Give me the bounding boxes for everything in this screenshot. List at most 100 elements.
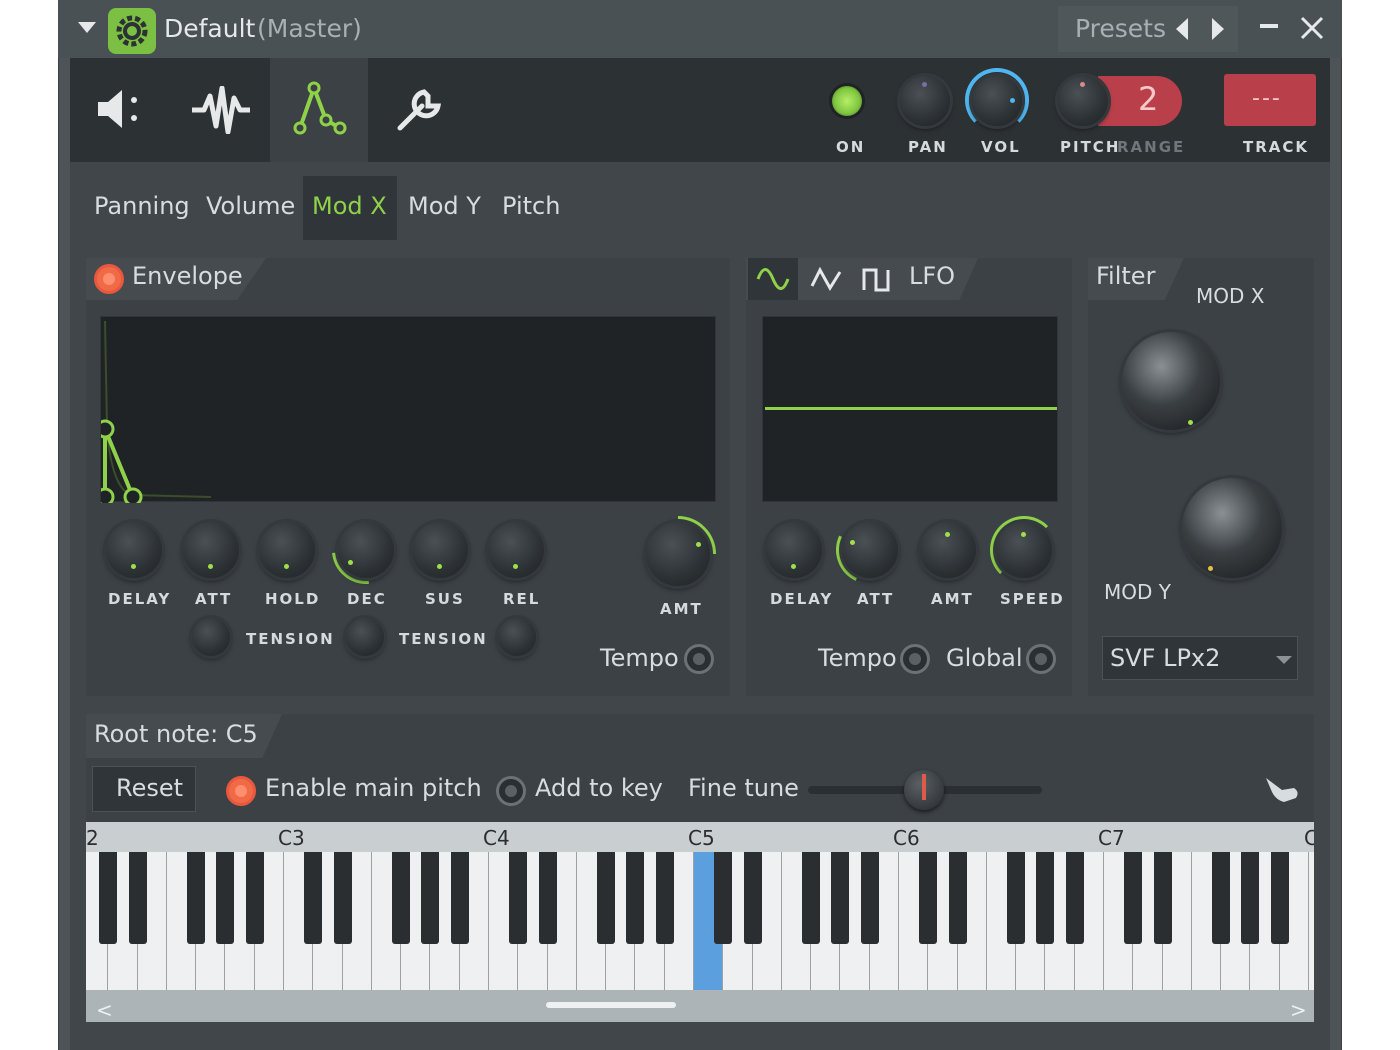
black-key[interactable]	[1241, 852, 1260, 944]
black-key[interactable]	[99, 852, 118, 944]
next-preset-icon[interactable]	[1212, 18, 1224, 40]
black-key[interactable]	[216, 852, 235, 944]
piano-keyboard[interactable]: 2 C3 C4 C5 C6 C7 C < >	[86, 822, 1314, 1022]
black-key[interactable]	[333, 852, 352, 944]
tab-misc-functions[interactable]	[70, 58, 170, 162]
black-key[interactable]	[626, 852, 645, 944]
add-to-key-radio[interactable]	[496, 776, 526, 806]
gear-icon[interactable]	[108, 8, 156, 54]
black-key[interactable]	[187, 852, 206, 944]
lfo-global-radio[interactable]	[1026, 644, 1056, 674]
previous-preset-icon[interactable]	[1176, 18, 1188, 40]
black-key[interactable]	[538, 852, 557, 944]
black-key[interactable]	[714, 852, 733, 944]
lfo-amt-knob[interactable]	[920, 522, 976, 578]
black-key[interactable]	[392, 852, 411, 944]
enable-main-pitch-radio[interactable]	[226, 776, 256, 806]
mod-x-knob[interactable]	[1122, 332, 1220, 430]
envelope-amt-knob[interactable]	[646, 522, 710, 586]
lfo-speed-knob[interactable]	[996, 522, 1052, 578]
preset-name: Default	[164, 14, 256, 43]
lfo-delay-knob[interactable]	[766, 522, 822, 578]
square-wave-icon[interactable]	[862, 266, 892, 296]
decay-tension-knob[interactable]	[346, 618, 384, 656]
envelope-rel-knob[interactable]	[488, 522, 544, 578]
black-key[interactable]	[1007, 852, 1026, 944]
menu-arrow-icon[interactable]	[78, 22, 96, 33]
black-key[interactable]	[831, 852, 850, 944]
speaker-icon	[94, 86, 146, 136]
chevron-down-icon	[1276, 656, 1292, 664]
keyboard-label-c3: C3	[278, 826, 305, 850]
on-led[interactable]	[832, 86, 862, 116]
black-key[interactable]	[597, 852, 616, 944]
fine-tune-handle-marker	[922, 774, 926, 800]
on-label: ON	[836, 138, 866, 156]
envelope-att-knob[interactable]	[183, 522, 239, 578]
lfo-delay-label: DELAY	[770, 590, 834, 608]
black-key[interactable]	[802, 852, 821, 944]
mod-y-label: MOD Y	[1104, 580, 1171, 604]
envelope-sus-knob[interactable]	[412, 522, 468, 578]
black-key[interactable]	[1065, 852, 1084, 944]
pitch-knob[interactable]	[1058, 76, 1108, 126]
envelope-delay-knob[interactable]	[106, 522, 162, 578]
lfo-global-label: Global	[946, 644, 1023, 672]
black-key[interactable]	[450, 852, 469, 944]
envelope-display[interactable]	[95, 316, 716, 507]
mod-x-label: MOD X	[1196, 284, 1265, 308]
tab-volume[interactable]: Volume	[206, 192, 295, 220]
envelope-tempo-label: Tempo	[600, 644, 679, 672]
scroll-left-icon[interactable]: <	[96, 998, 113, 1022]
envelope-enable-radio[interactable]	[94, 264, 124, 294]
minimize-icon[interactable]	[1260, 24, 1278, 28]
black-key[interactable]	[1270, 852, 1289, 944]
black-key[interactable]	[919, 852, 938, 944]
black-key[interactable]	[1153, 852, 1172, 944]
hand-pointer-icon[interactable]	[1262, 772, 1302, 810]
lfo-tempo-radio[interactable]	[900, 644, 930, 674]
lfo-waveform-line	[765, 407, 1057, 410]
envelope-dec-knob[interactable]	[338, 522, 394, 578]
envelope-hold-knob[interactable]	[259, 522, 315, 578]
tab-misc[interactable]	[368, 58, 468, 162]
tab-panning[interactable]: Panning	[94, 192, 190, 220]
triangle-wave-icon[interactable]	[810, 266, 842, 296]
black-key[interactable]	[509, 852, 528, 944]
black-key[interactable]	[1036, 852, 1055, 944]
black-key[interactable]	[128, 852, 147, 944]
black-key[interactable]	[1212, 852, 1231, 944]
envelope-delay-label: DELAY	[108, 590, 172, 608]
tab-envelope[interactable]	[270, 58, 368, 162]
pitch-label: PITCH	[1060, 138, 1121, 156]
tab-mod-x[interactable]: Mod X	[312, 192, 387, 220]
black-key[interactable]	[948, 852, 967, 944]
envelope-tempo-radio[interactable]	[684, 644, 714, 674]
waveform-icon	[190, 85, 252, 138]
keyboard-label-c7: C7	[1098, 826, 1125, 850]
pan-knob[interactable]	[900, 76, 950, 126]
black-key[interactable]	[245, 852, 264, 944]
keyboard-scrollbar[interactable]	[86, 990, 1314, 1022]
tab-mod-y[interactable]: Mod Y	[408, 192, 481, 220]
scroll-right-icon[interactable]: >	[1290, 998, 1307, 1022]
attack-tension-knob[interactable]	[192, 618, 230, 656]
black-key[interactable]	[743, 852, 762, 944]
lfo-att-knob[interactable]	[842, 522, 898, 578]
fine-tune-label: Fine tune	[688, 774, 799, 802]
black-key[interactable]	[304, 852, 323, 944]
filter-type-value: SVF LPx2	[1110, 644, 1221, 672]
tab-plugin[interactable]	[170, 58, 270, 162]
black-key[interactable]	[421, 852, 440, 944]
presets-label[interactable]: Presets	[1075, 14, 1166, 43]
lfo-sine-shape-button[interactable]	[748, 258, 798, 300]
black-key[interactable]	[1124, 852, 1143, 944]
mod-y-knob[interactable]	[1182, 478, 1282, 578]
vol-knob[interactable]	[972, 76, 1022, 126]
scrollbar-thumb[interactable]	[546, 1002, 676, 1008]
close-icon[interactable]	[1298, 14, 1326, 42]
black-key[interactable]	[655, 852, 674, 944]
release-tension-knob[interactable]	[498, 618, 536, 656]
black-key[interactable]	[860, 852, 879, 944]
tab-pitch[interactable]: Pitch	[502, 192, 560, 220]
